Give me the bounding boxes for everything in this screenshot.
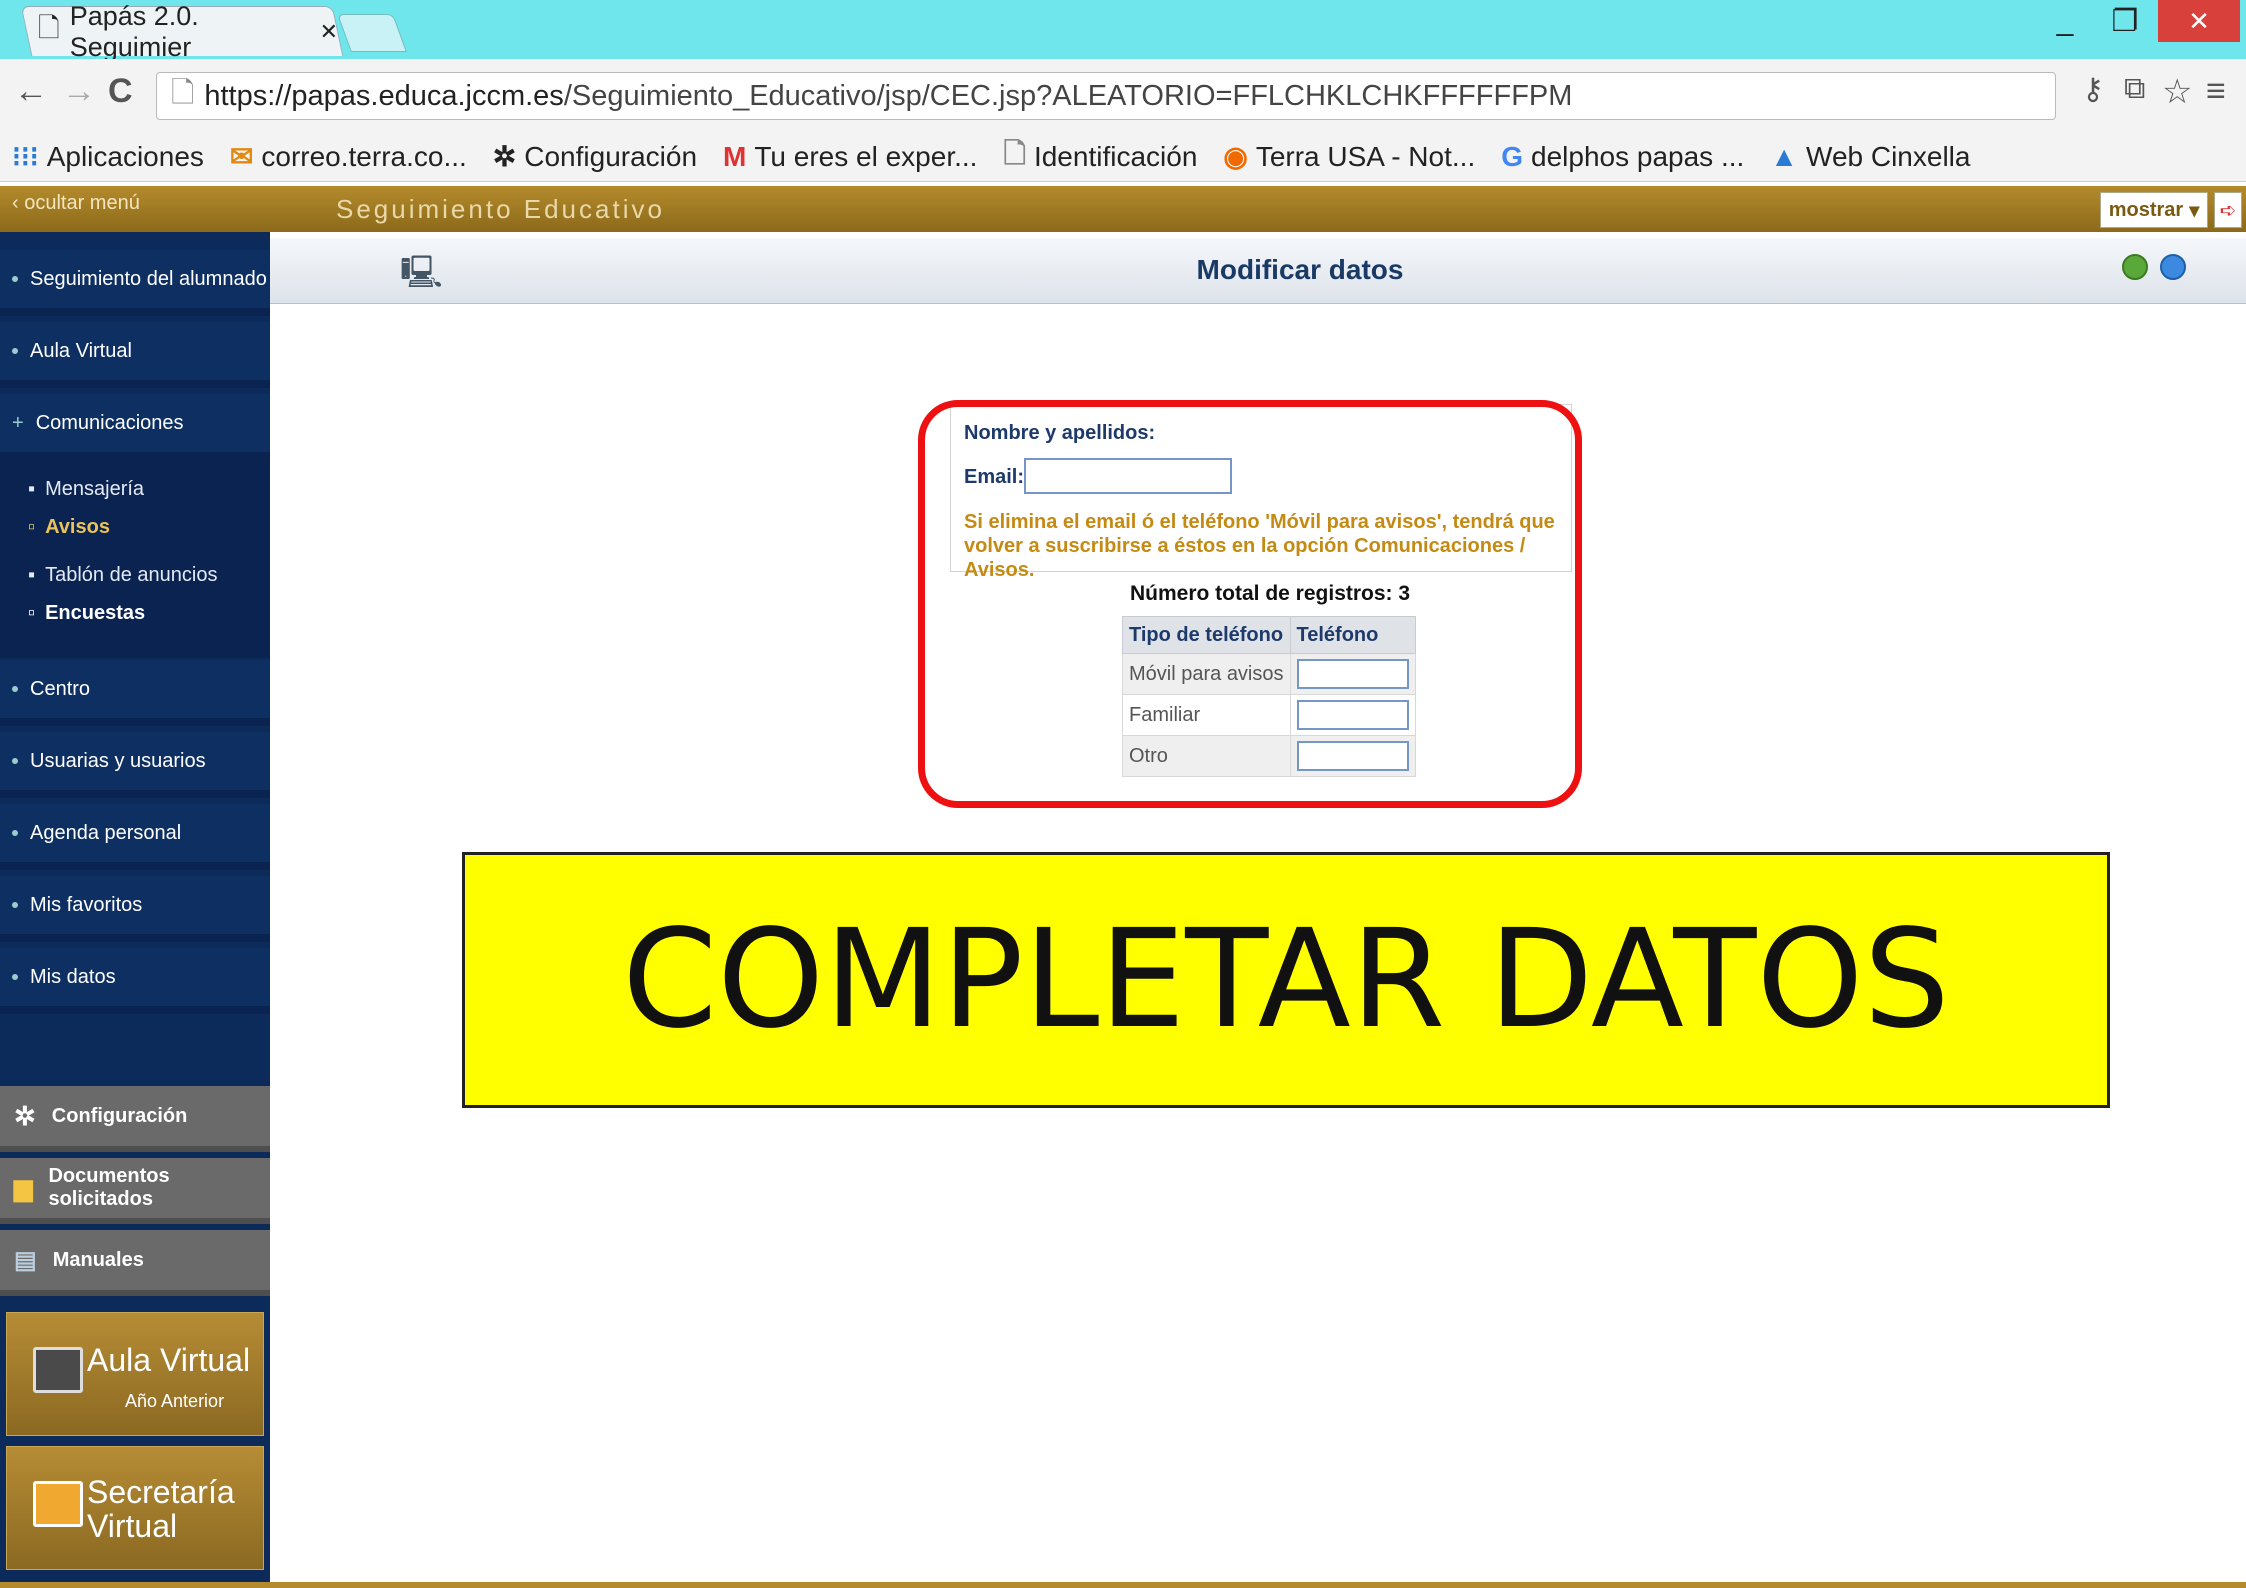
page-icon: 🗋: [38, 13, 60, 43]
footer-line: [0, 1582, 2246, 1588]
accept-icon[interactable]: [2122, 254, 2148, 280]
gear-icon: ✲: [492, 141, 517, 172]
bookmark-terra[interactable]: ◉ Terra USA - Not...: [1223, 140, 1475, 173]
submenu-item-avisos[interactable]: ▫ Avisos: [28, 516, 110, 539]
sidebar-item-manuales[interactable]: ▤ Manuales: [0, 1230, 270, 1296]
app-title: Seguimiento Educativo: [336, 194, 665, 224]
bookmark-delphos[interactable]: Gdelphos papas ...: [1501, 141, 1744, 173]
page-title: Modificar datos: [1196, 254, 1404, 285]
maximize-icon[interactable]: ❐: [2096, 0, 2154, 42]
browser-tab-content[interactable]: 🗋 Papás 2.0. Seguimier ✕: [38, 1, 338, 62]
bookmark-correo[interactable]: ✉ correo.terra.co...: [230, 140, 467, 173]
apps-grid-icon: ⁝⁝⁝: [12, 141, 39, 172]
tab-title: Papás 2.0. Seguimier: [69, 1, 199, 62]
exit-icon[interactable]: ➪: [2214, 192, 2242, 228]
sidebar-item-usuarios[interactable]: Usuarias y usuarios: [0, 732, 270, 798]
aula-virtual-anterior-banner[interactable]: Aula Virtual Año Anterior: [6, 1312, 264, 1436]
sidebar-item-comunicaciones[interactable]: + Comunicaciones: [0, 394, 270, 460]
submenu-item-mensajeria[interactable]: ▪ Mensajería: [28, 478, 144, 501]
bullet-icon: ▫: [28, 516, 36, 538]
translate-icon[interactable]: ⧉: [2124, 72, 2145, 106]
bookmarks-bar: ⁝⁝⁝ Aplicaciones ✉ correo.terra.co... ✲ Con…: [0, 132, 2246, 182]
bullet-icon: [12, 276, 18, 282]
gmail-icon: M: [723, 140, 747, 172]
computer-transfer-icon[interactable]: 🖳: [400, 250, 443, 304]
reload-icon[interactable]: C: [108, 72, 133, 111]
completar-datos-banner: COMPLETAR DATOS: [462, 852, 2110, 1108]
terra-icon: ◉: [1223, 141, 1248, 172]
submenu-item-tablon[interactable]: ▪ Tablón de anuncios: [28, 564, 217, 587]
highlight-frame: [918, 400, 1582, 808]
bullet-icon: [12, 348, 18, 354]
bullet-icon: [12, 974, 18, 980]
bullet-icon: ▪: [28, 564, 36, 586]
submenu-item-encuestas[interactable]: ▫ Encuestas: [28, 602, 145, 625]
hide-menu-link[interactable]: ‹ ocultar menú: [12, 192, 140, 215]
hamburger-icon[interactable]: ≡: [2206, 72, 2226, 111]
back-arrow-icon[interactable]: ←: [14, 72, 48, 111]
chevron-left-icon: ‹: [12, 192, 25, 214]
url-host: https://papas.educa.jccm.es: [204, 79, 564, 112]
expand-icon: +: [12, 411, 24, 434]
bookmark-apps[interactable]: ⁝⁝⁝ Aplicaciones: [12, 140, 204, 173]
mail-icon: ✉: [229, 141, 254, 172]
sidebar-item-seguimiento[interactable]: Seguimiento del alumnado: [0, 250, 270, 316]
bookmark-cinxella[interactable]: ▲ Web Cinxella: [1770, 141, 1970, 173]
sidebar-item-aula-virtual[interactable]: Aula Virtual: [0, 322, 270, 388]
bullet-icon: [12, 686, 18, 692]
site-icon: ▲: [1770, 140, 1799, 172]
bullet-icon: [12, 902, 18, 908]
google-icon: G: [1501, 140, 1524, 172]
close-window-icon[interactable]: ✕: [2158, 0, 2240, 42]
key-icon[interactable]: ⚷: [2082, 72, 2104, 107]
book-icon: ▤: [14, 1246, 37, 1274]
page-icon: 🗋: [1003, 137, 1026, 169]
bullet-icon: ▫: [28, 602, 36, 624]
forward-arrow-icon[interactable]: →: [62, 72, 96, 111]
bookmark-identificacion[interactable]: 🗋 Identificación: [1003, 133, 1197, 181]
star-icon[interactable]: ☆: [2162, 72, 2192, 112]
bookmark-gmail[interactable]: M Tu eres el exper...: [723, 141, 977, 173]
page-icon: 🗋: [171, 76, 195, 109]
sidebar-item-documentos[interactable]: ▆ Documentos solicitados: [0, 1158, 270, 1224]
sidebar-item-favoritos[interactable]: Mis favoritos: [0, 876, 270, 942]
monitor-icon: [33, 1347, 83, 1393]
show-button[interactable]: mostrar ▾: [2100, 192, 2208, 228]
gear-icon: ✲: [14, 1100, 36, 1131]
address-bar[interactable]: 🗋 https://papas.educa.jccm.es/Seguimient…: [156, 72, 2056, 120]
caret-down-icon: ▾: [2189, 199, 2200, 222]
secretaria-virtual-banner[interactable]: Secretaría Virtual: [6, 1446, 264, 1570]
sidebar-item-configuracion[interactable]: ✲ Configuración: [0, 1086, 270, 1152]
bullet-icon: [12, 758, 18, 764]
sidebar-item-mis-datos[interactable]: Mis datos: [0, 948, 270, 1014]
bullet-icon: ▪: [28, 478, 36, 500]
folder-icon: ▆: [14, 1174, 33, 1202]
url-path: /Seguimiento_Educativo/jsp/CEC.jsp?ALEAT…: [563, 79, 1573, 112]
briefcase-icon: [33, 1481, 83, 1527]
sidebar-item-agenda[interactable]: Agenda personal: [0, 804, 270, 870]
back-icon[interactable]: [2160, 254, 2186, 280]
bullet-icon: [12, 830, 18, 836]
minimize-icon[interactable]: _: [2036, 0, 2094, 42]
bookmark-configuracion[interactable]: ✲ Configuración: [493, 140, 697, 173]
sidebar-item-centro[interactable]: Centro: [0, 660, 270, 726]
close-tab-icon[interactable]: ✕: [320, 19, 338, 45]
